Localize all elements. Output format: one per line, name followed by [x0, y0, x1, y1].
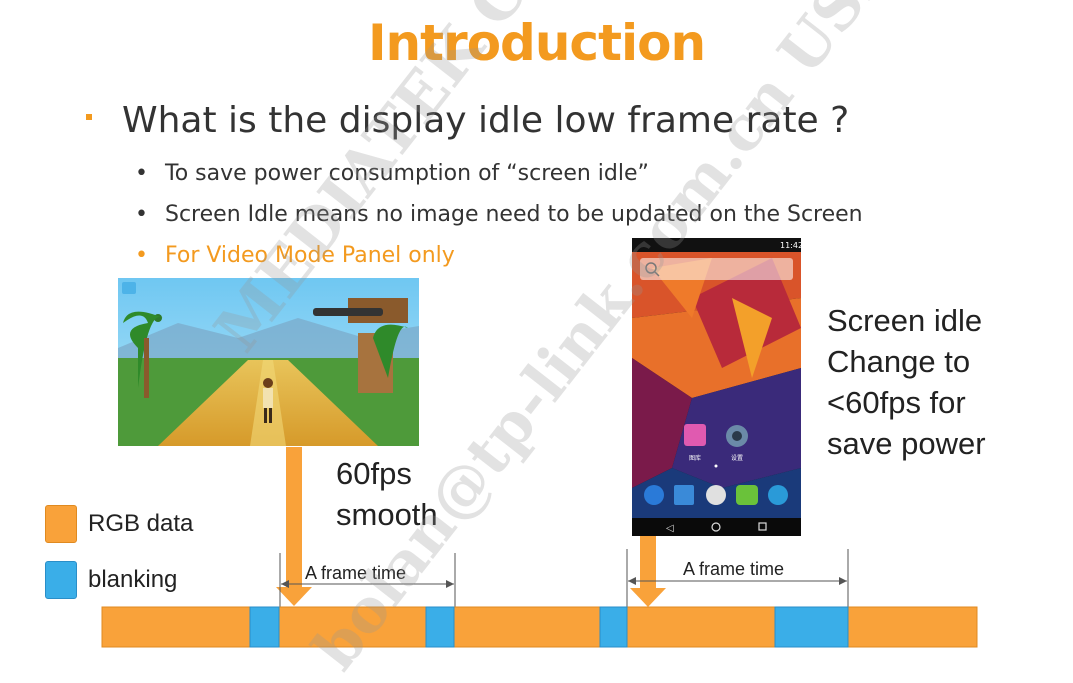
blanking-block: [249, 606, 280, 648]
blanking-block: [425, 606, 455, 648]
timeline-diagram: [101, 447, 978, 648]
timeline-bar: [101, 606, 978, 648]
blanking-block: [599, 606, 628, 648]
right-down-arrow: [630, 536, 666, 607]
frame-time-label-right: A frame time: [683, 559, 785, 579]
frame-time-label-left: A frame time: [305, 563, 407, 583]
blanking-block: [774, 606, 849, 648]
